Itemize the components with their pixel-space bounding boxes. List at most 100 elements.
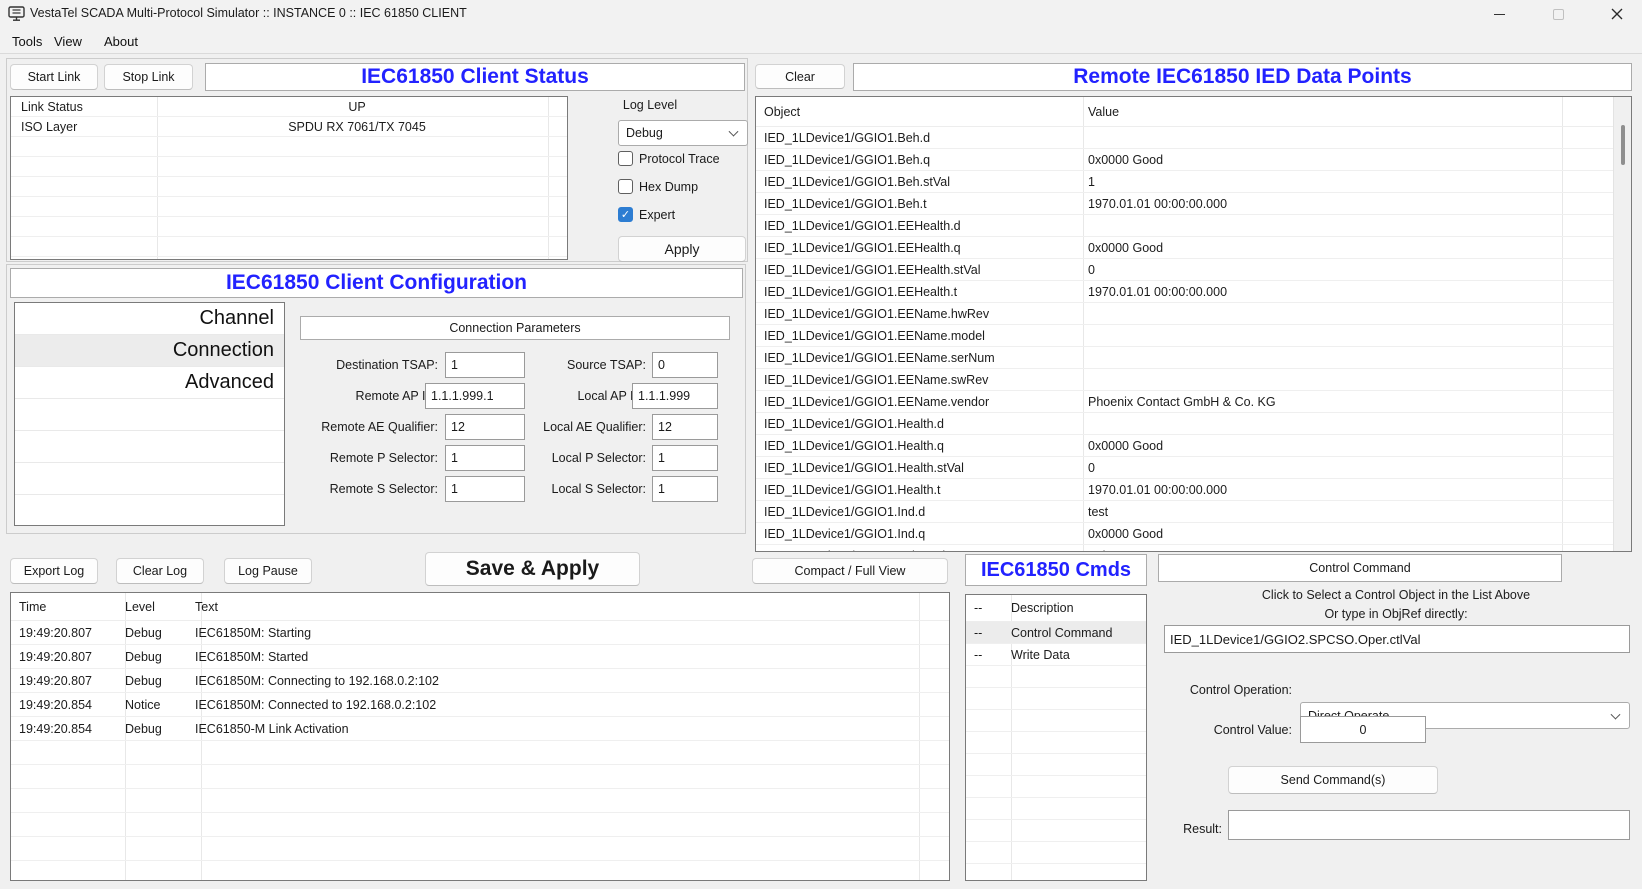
field-input[interactable]: 1.1.1.999 xyxy=(632,383,718,409)
table-row[interactable]: IED_1LDevice1/GGIO1.Beh.q0x0000 Good xyxy=(756,149,1631,171)
field-input[interactable]: 1 xyxy=(652,476,718,502)
table-row[interactable] xyxy=(15,399,284,431)
field-label: Remote S Selector: xyxy=(290,482,438,496)
vertical-scrollbar[interactable] xyxy=(1613,97,1631,551)
table-row[interactable]: IED_1LDevice1/GGIO1.EEHealth.d xyxy=(756,215,1631,237)
table-row[interactable] xyxy=(15,463,284,495)
table-row[interactable]: Link StatusUP xyxy=(11,97,567,117)
table-row[interactable] xyxy=(966,820,1146,842)
stop-link-button[interactable]: Stop Link xyxy=(104,64,193,90)
clear-log-button[interactable]: Clear Log xyxy=(116,558,204,584)
table-row[interactable] xyxy=(966,776,1146,798)
table-row[interactable]: IED_1LDevice1/GGIO1.EEName.model xyxy=(756,325,1631,347)
table-cell: 19:49:20.807 xyxy=(11,674,117,688)
table-row[interactable]: --Write Data xyxy=(966,644,1146,666)
protocol-trace-checkbox[interactable]: Protocol Trace xyxy=(618,151,720,166)
clear-datapoints-button[interactable]: Clear xyxy=(755,64,845,89)
table-row[interactable]: Advanced xyxy=(15,367,284,399)
table-row[interactable]: 19:49:20.854NoticeIEC61850M: Connected t… xyxy=(11,693,949,717)
client-config-title: IEC61850 Client Configuration xyxy=(10,268,743,298)
result-input[interactable] xyxy=(1228,810,1630,840)
table-row[interactable]: ISO LayerSPDU RX 7061/TX 7045 xyxy=(11,117,567,137)
table-row[interactable] xyxy=(966,842,1146,864)
table-row[interactable]: IED_1LDevice1/GGIO1.EEName.hwRev xyxy=(756,303,1631,325)
table-row[interactable] xyxy=(966,798,1146,820)
compact-full-view-button[interactable]: Compact / Full View xyxy=(752,558,948,584)
table-row[interactable]: IED_1LDevice1/GGIO1.Health.stVal0 xyxy=(756,457,1631,479)
table-row[interactable] xyxy=(966,864,1146,881)
table-row[interactable]: IED_1LDevice1/GGIO1.EEName.swRev xyxy=(756,369,1631,391)
table-row[interactable] xyxy=(15,431,284,463)
table-cell: IEC61850M: Connecting to 192.168.0.2:102 xyxy=(185,674,949,688)
table-row[interactable]: Channel xyxy=(15,303,284,335)
table-row[interactable] xyxy=(11,197,567,217)
table-row[interactable] xyxy=(966,666,1146,688)
objref-input[interactable]: IED_1LDevice1/GGIO2.SPCSO.Oper.ctlVal xyxy=(1164,625,1630,653)
table-row[interactable]: IED_1LDevice1/GGIO1.EEName.serNum xyxy=(756,347,1631,369)
menu-tools[interactable]: Tools xyxy=(8,32,46,51)
table-row[interactable]: 19:49:20.807DebugIEC61850M: Connecting t… xyxy=(11,669,949,693)
table-row[interactable]: 19:49:20.854DebugIEC61850-M Link Activat… xyxy=(11,717,949,741)
menu-about[interactable]: About xyxy=(100,32,142,51)
table-row[interactable]: IED_1LDevice1/GGIO1.Beh.d xyxy=(756,127,1631,149)
link-status-rows: Link StatusUPISO LayerSPDU RX 7061/TX 70… xyxy=(11,97,567,257)
table-row[interactable]: --Control Command xyxy=(966,622,1146,644)
table-row[interactable] xyxy=(15,495,284,526)
table-row[interactable]: IED_1LDevice1/GGIO1.Ind.stValFalse xyxy=(756,545,1631,552)
log-header: Time Level Text xyxy=(11,593,949,621)
menu-view[interactable]: View xyxy=(50,32,86,51)
table-row[interactable]: 19:49:20.807DebugIEC61850M: Started xyxy=(11,645,949,669)
table-row[interactable] xyxy=(11,765,949,789)
table-row[interactable] xyxy=(11,813,949,837)
table-row[interactable]: IED_1LDevice1/GGIO1.Beh.stVal1 xyxy=(756,171,1631,193)
maximize-button[interactable] xyxy=(1535,0,1581,28)
table-row[interactable] xyxy=(11,217,567,237)
table-row[interactable]: IED_1LDevice1/GGIO1.Ind.dtest xyxy=(756,501,1631,523)
minimize-button[interactable] xyxy=(1476,0,1522,28)
table-row[interactable] xyxy=(11,157,567,177)
table-row[interactable] xyxy=(11,177,567,197)
field-input[interactable]: 12 xyxy=(652,414,718,440)
table-cell: IED_1LDevice1/GGIO1.Health.t xyxy=(756,483,1080,497)
field-input[interactable]: 0 xyxy=(652,352,718,378)
scrollbar-thumb[interactable] xyxy=(1621,125,1625,165)
table-row[interactable] xyxy=(966,710,1146,732)
link-status-table: Link StatusUPISO LayerSPDU RX 7061/TX 70… xyxy=(10,96,568,260)
column-header-value: Value xyxy=(1080,105,1119,119)
table-row[interactable]: IED_1LDevice1/GGIO1.Beh.t1970.01.01 00:0… xyxy=(756,193,1631,215)
table-row[interactable] xyxy=(11,741,949,765)
send-commands-button[interactable]: Send Command(s) xyxy=(1228,766,1438,794)
table-row[interactable]: IED_1LDevice1/GGIO1.EEHealth.t1970.01.01… xyxy=(756,281,1631,303)
start-link-button[interactable]: Start Link xyxy=(10,64,98,90)
table-row[interactable] xyxy=(11,137,567,157)
export-log-button[interactable]: Export Log xyxy=(10,558,98,584)
table-row[interactable]: IED_1LDevice1/GGIO1.EEName.vendorPhoenix… xyxy=(756,391,1631,413)
save-apply-button[interactable]: Save & Apply xyxy=(425,552,640,586)
table-row[interactable]: IED_1LDevice1/GGIO1.EEHealth.q0x0000 Goo… xyxy=(756,237,1631,259)
table-row[interactable] xyxy=(966,754,1146,776)
field-input[interactable]: 1 xyxy=(652,445,718,471)
log-level-select[interactable]: Debug xyxy=(618,120,748,146)
column-header-level: Level xyxy=(117,600,185,614)
hex-dump-checkbox[interactable]: Hex Dump xyxy=(618,179,698,194)
close-button[interactable] xyxy=(1594,0,1640,28)
control-value-input[interactable]: 0 xyxy=(1300,716,1426,743)
table-row[interactable]: Connection xyxy=(15,335,284,367)
control-command-title: Control Command xyxy=(1158,554,1562,582)
field-label: Remote P Selector: xyxy=(290,451,438,465)
table-row[interactable] xyxy=(11,789,949,813)
table-row[interactable]: IED_1LDevice1/GGIO1.EEHealth.stVal0 xyxy=(756,259,1631,281)
table-row[interactable]: IED_1LDevice1/GGIO1.Health.q0x0000 Good xyxy=(756,435,1631,457)
table-row[interactable] xyxy=(11,861,949,881)
table-row[interactable]: IED_1LDevice1/GGIO1.Ind.q0x0000 Good xyxy=(756,523,1631,545)
apply-button[interactable]: Apply xyxy=(618,236,746,262)
table-row[interactable] xyxy=(11,837,949,861)
table-row[interactable]: IED_1LDevice1/GGIO1.Health.t1970.01.01 0… xyxy=(756,479,1631,501)
expert-checkbox[interactable]: ✓ Expert xyxy=(618,207,675,222)
table-row[interactable] xyxy=(11,237,567,257)
table-row[interactable]: IED_1LDevice1/GGIO1.Health.d xyxy=(756,413,1631,435)
log-pause-button[interactable]: Log Pause xyxy=(224,558,312,584)
table-row[interactable] xyxy=(966,688,1146,710)
table-row[interactable] xyxy=(966,732,1146,754)
table-row[interactable]: 19:49:20.807DebugIEC61850M: Starting xyxy=(11,621,949,645)
